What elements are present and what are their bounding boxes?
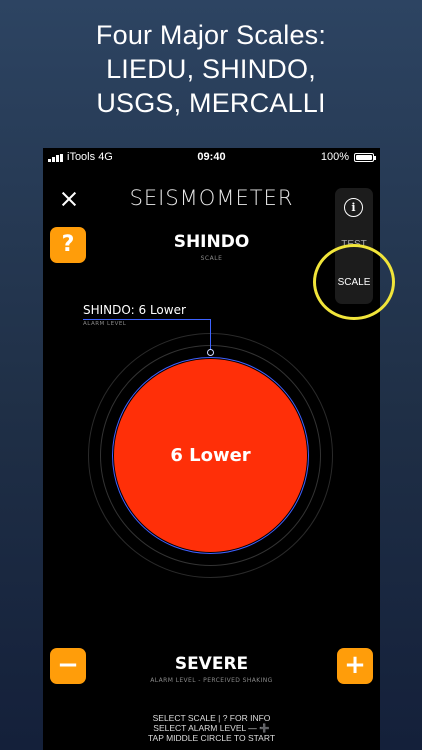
headline-line-1: Four Major Scales: (95, 20, 327, 50)
level-caption: ALARM LEVEL - PERCEIVED SHAKING (150, 677, 273, 684)
alarm-leader-line (83, 319, 211, 320)
instruction-line-2: SELECT ALARM LEVEL — ➕ (153, 723, 270, 733)
status-bar: iTools 4G 09:40 100% (43, 148, 380, 168)
info-icon[interactable]: i (344, 198, 363, 217)
battery-percent: 100% (320, 151, 349, 163)
promo-headline: Four Major Scales: LIEDU, SHINDO, USGS, … (0, 18, 422, 120)
app-title: SEISMOMETER (129, 186, 294, 210)
alarm-indicator-dot (207, 349, 214, 356)
battery-icon (354, 153, 376, 162)
start-circle[interactable]: 6 Lower (114, 359, 307, 552)
increase-alarm-button[interactable]: + (337, 648, 373, 684)
headline-line-3: USGS, MERCALLI (96, 88, 326, 118)
instruction-line-3: TAP MIDDLE CIRCLE TO START (147, 733, 276, 743)
headline-line-2: LIEDU, SHINDO, (106, 54, 316, 84)
alarm-level-label: SHINDO: 6 Lower (83, 303, 186, 317)
alarm-level-caption: ALARM LEVEL (83, 321, 127, 327)
highlight-circle (313, 244, 395, 320)
instructions: SELECT SCALE | ? FOR INFO SELECT ALARM L… (43, 713, 380, 743)
alarm-leader-line-vertical (210, 319, 211, 352)
phone-screen: iTools 4G 09:40 100% SEISMOMETER ? SHIND… (43, 148, 380, 750)
instruction-line-1: SELECT SCALE | ? FOR INFO (152, 713, 271, 723)
scale-name: SHINDO (173, 232, 250, 252)
level-name: SEVERE (174, 654, 249, 674)
